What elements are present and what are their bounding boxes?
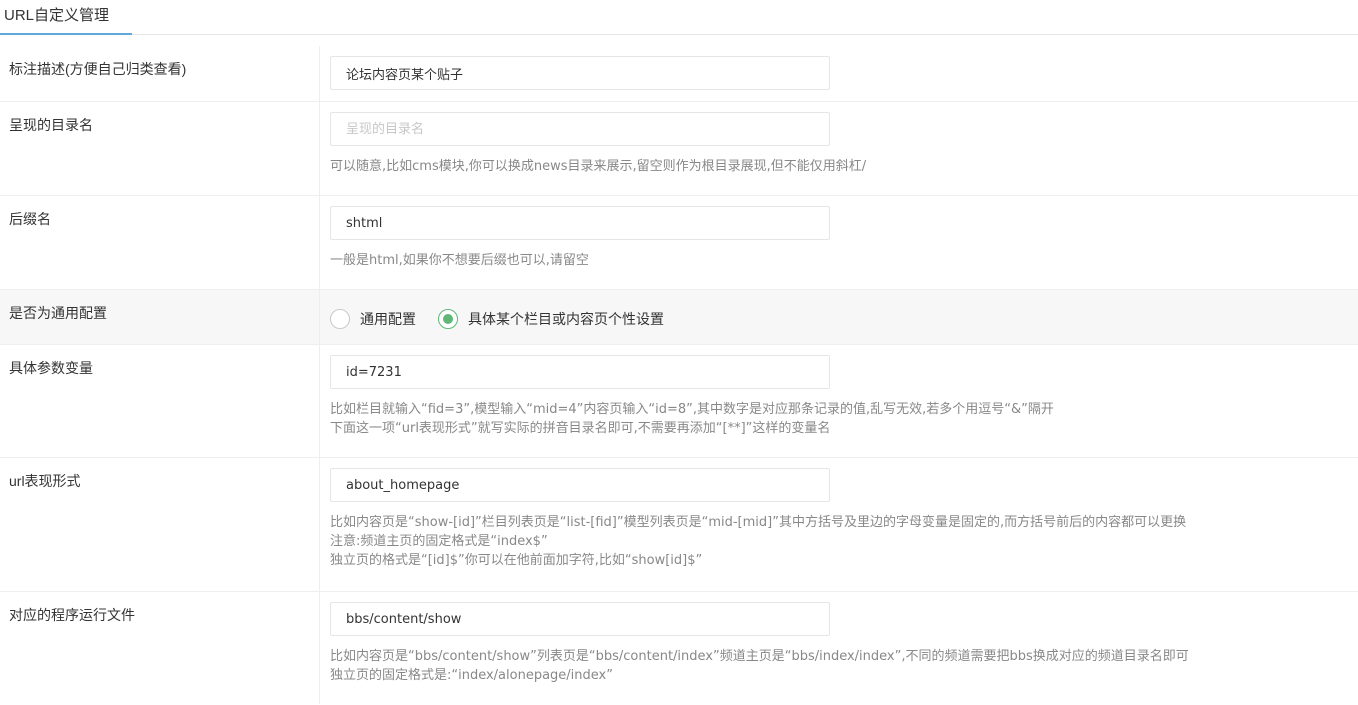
- description-label: 标注描述(方便自己归类查看): [0, 46, 320, 101]
- params-label: 具体参数变量: [0, 345, 320, 457]
- form-row-suffix: 后缀名 一般是html,如果你不想要后缀也可以,请留空: [0, 196, 1358, 290]
- suffix-label: 后缀名: [0, 196, 320, 289]
- radio-specific-config[interactable]: 具体某个栏目或内容页个性设置: [438, 309, 664, 329]
- tab-url-custom-manage[interactable]: URL自定义管理: [0, 0, 132, 35]
- radio-checked-icon[interactable]: [438, 309, 458, 329]
- general-config-radio-group: 通用配置 具体某个栏目或内容页个性设置: [330, 309, 686, 329]
- url-format-input[interactable]: [330, 468, 830, 502]
- dirname-label: 呈现的目录名: [0, 102, 320, 195]
- dirname-hint: 可以随意,比如cms模块,你可以换成news目录来展示,留空则作为根目录展现,但…: [330, 159, 867, 174]
- description-input[interactable]: [330, 56, 830, 90]
- url-config-form: 标注描述(方便自己归类查看) 呈现的目录名 可以随意,比如cms模块,你可以换成…: [0, 46, 1358, 704]
- params-hint-line: 下面这一项“url表现形式”就写实际的拼音目录名即可,不需要再添加“[**]”这…: [330, 421, 831, 436]
- radio-unchecked-icon[interactable]: [330, 309, 350, 329]
- form-row-general-config: 是否为通用配置 通用配置 具体某个栏目或内容页个性设置: [0, 290, 1358, 345]
- program-hint-line: 独立页的固定格式是:“index/alonepage/index”: [330, 668, 613, 683]
- tab-bar: URL自定义管理: [0, 0, 1358, 35]
- form-row-url-format: url表现形式 比如内容页是“show-[id]”栏目列表页是“list-[fi…: [0, 458, 1358, 592]
- program-input[interactable]: [330, 602, 830, 636]
- form-row-description: 标注描述(方便自己归类查看): [0, 46, 1358, 102]
- description-field-wrap: [330, 56, 1348, 90]
- url-format-hint-line: 比如内容页是“show-[id]”栏目列表页是“list-[fid]”模型列表页…: [330, 515, 1187, 530]
- program-field-wrap: 比如内容页是“bbs/content/show”列表页是“bbs/content…: [330, 602, 1348, 685]
- suffix-field-wrap: 一般是html,如果你不想要后缀也可以,请留空: [330, 206, 1348, 270]
- params-input[interactable]: [330, 355, 830, 389]
- suffix-hint: 一般是html,如果你不想要后缀也可以,请留空: [330, 253, 589, 268]
- url-format-hint: 比如内容页是“show-[id]”栏目列表页是“list-[fid]”模型列表页…: [330, 513, 1348, 570]
- suffix-input[interactable]: [330, 206, 830, 240]
- params-hint: 比如栏目就输入“fid=3”,模型输入“mid=4”内容页输入“id=8”,其中…: [330, 400, 1348, 438]
- dirname-input[interactable]: [330, 112, 830, 146]
- url-format-hint-line: 注意:频道主页的固定格式是“index$”: [330, 534, 548, 549]
- params-hint-line: 比如栏目就输入“fid=3”,模型输入“mid=4”内容页输入“id=8”,其中…: [330, 402, 1054, 417]
- url-format-field-wrap: 比如内容页是“show-[id]”栏目列表页是“list-[fid]”模型列表页…: [330, 468, 1348, 570]
- dirname-field-wrap: 可以随意,比如cms模块,你可以换成news目录来展示,留空则作为根目录展现,但…: [330, 112, 1348, 176]
- radio-general-config-label: 通用配置: [360, 311, 416, 327]
- program-label: 对应的程序运行文件: [0, 592, 320, 704]
- general-config-label: 是否为通用配置: [0, 290, 320, 344]
- form-row-params: 具体参数变量 比如栏目就输入“fid=3”,模型输入“mid=4”内容页输入“i…: [0, 345, 1358, 458]
- url-format-hint-line: 独立页的格式是“[id]$”你可以在他前面加字符,比如“show[id]$”: [330, 553, 703, 568]
- form-row-dirname: 呈现的目录名 可以随意,比如cms模块,你可以换成news目录来展示,留空则作为…: [0, 102, 1358, 196]
- radio-general-config[interactable]: 通用配置: [330, 309, 416, 329]
- url-format-label: url表现形式: [0, 458, 320, 591]
- program-hint: 比如内容页是“bbs/content/show”列表页是“bbs/content…: [330, 647, 1348, 685]
- radio-specific-config-label: 具体某个栏目或内容页个性设置: [468, 311, 664, 327]
- params-field-wrap: 比如栏目就输入“fid=3”,模型输入“mid=4”内容页输入“id=8”,其中…: [330, 355, 1348, 438]
- form-row-program: 对应的程序运行文件 比如内容页是“bbs/content/show”列表页是“b…: [0, 592, 1358, 704]
- program-hint-line: 比如内容页是“bbs/content/show”列表页是“bbs/content…: [330, 649, 1189, 664]
